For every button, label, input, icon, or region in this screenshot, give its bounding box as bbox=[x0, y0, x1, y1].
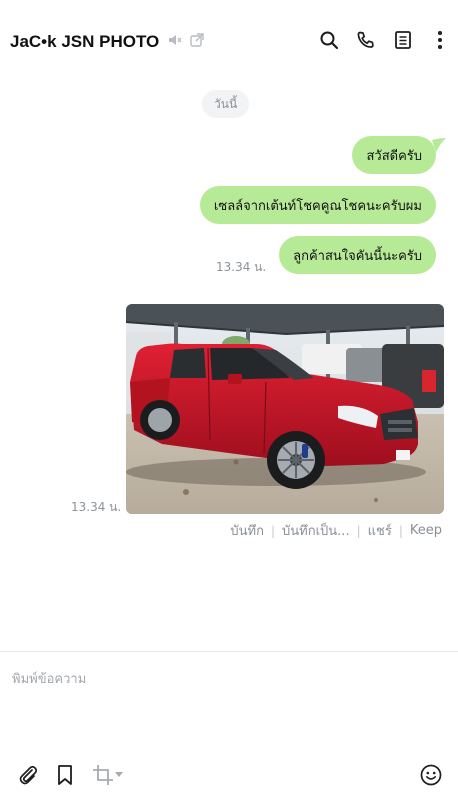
more-vertical-icon[interactable] bbox=[428, 28, 452, 52]
composer-divider bbox=[0, 651, 458, 652]
emoji-icon[interactable] bbox=[418, 762, 444, 788]
chat-header: JaC•k JSN PHOTO bbox=[0, 0, 458, 84]
separator: | bbox=[270, 523, 276, 538]
keep-button[interactable]: Keep bbox=[410, 523, 442, 538]
popout-icon[interactable] bbox=[189, 32, 205, 52]
message-bubble[interactable]: ลูกค้าสนใจคันนี้นะครับ bbox=[279, 236, 436, 274]
message-time: 13.34 น. bbox=[216, 260, 267, 274]
photo-message[interactable] bbox=[126, 304, 444, 514]
red-pickup-truck-photo bbox=[126, 304, 444, 514]
composer-toolbar bbox=[0, 760, 458, 790]
save-button[interactable]: บันทึก bbox=[230, 520, 264, 541]
message-list[interactable]: วันนี้ สวัสดีครับ เซลล์จากเต้นท์โชคคูณโช… bbox=[0, 84, 458, 650]
bubble-tail bbox=[432, 138, 446, 152]
message-bubble[interactable]: เซลล์จากเต้นท์โชคคูณโชคนะครับผม bbox=[199, 186, 436, 224]
search-icon[interactable] bbox=[317, 28, 341, 52]
date-separator: วันนี้ bbox=[202, 90, 250, 118]
save-as-button[interactable]: บันทึกเป็น... bbox=[282, 520, 350, 541]
speaker-muted-icon[interactable] bbox=[167, 32, 183, 52]
bookmark-icon[interactable] bbox=[52, 762, 78, 788]
chevron-down-icon[interactable] bbox=[114, 762, 124, 788]
separator: | bbox=[356, 523, 361, 538]
photo-time: 13.34 น. bbox=[71, 500, 122, 514]
crop-icon[interactable] bbox=[90, 762, 116, 788]
chat-title[interactable]: JaC•k JSN PHOTO bbox=[10, 32, 159, 52]
message-input[interactable] bbox=[12, 664, 442, 694]
share-button[interactable]: แชร์ bbox=[368, 520, 392, 541]
message-bubble[interactable]: สวัสดีครับ bbox=[352, 136, 436, 174]
photo-actions: บันทึก | บันทึกเป็น... | แชร์ | Keep bbox=[230, 520, 442, 541]
separator: | bbox=[398, 523, 403, 538]
notes-icon[interactable] bbox=[391, 28, 415, 52]
phone-icon[interactable] bbox=[354, 28, 378, 52]
paperclip-icon[interactable] bbox=[15, 762, 41, 788]
